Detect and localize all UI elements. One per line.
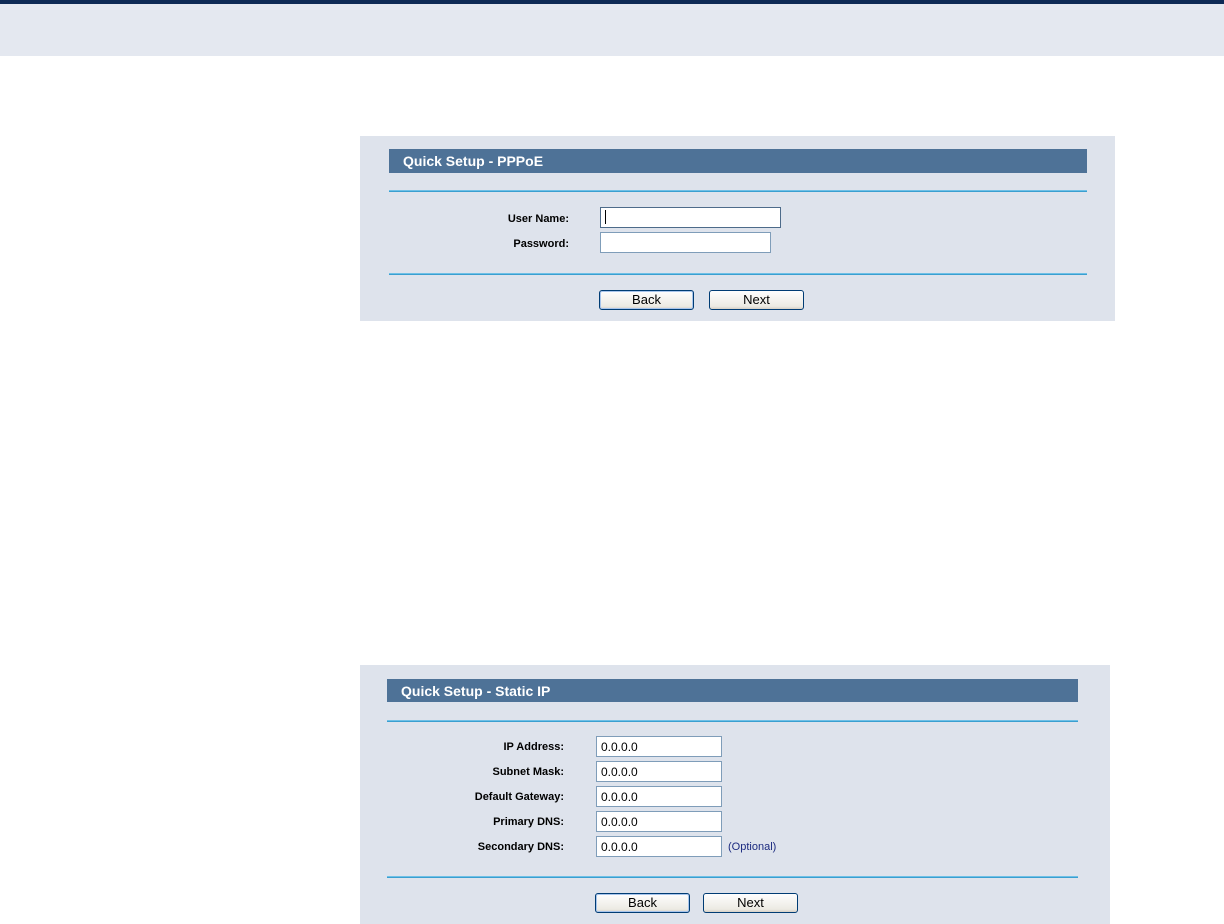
static-ip-panel: Quick Setup - Static IP IP Address: Subn…: [360, 665, 1110, 924]
pppoe-panel-title: Quick Setup - PPPoE: [389, 149, 1087, 173]
header-band: [0, 4, 1224, 56]
static-ip-panel-title: Quick Setup - Static IP: [387, 679, 1078, 702]
static-ip-bottom-divider: [387, 876, 1078, 878]
pppoe-next-button[interactable]: Next: [709, 290, 804, 310]
text-caret: [605, 210, 606, 224]
user-name-input[interactable]: [600, 207, 781, 228]
default-gateway-label: Default Gateway:: [474, 791, 564, 803]
password-input[interactable]: [600, 232, 771, 253]
subnet-mask-input[interactable]: [596, 761, 722, 782]
ip-address-input[interactable]: [596, 736, 722, 757]
pppoe-top-divider: [389, 190, 1087, 192]
static-ip-back-button[interactable]: Back: [595, 893, 690, 913]
password-label: Password:: [513, 238, 569, 250]
pppoe-bottom-divider: [389, 273, 1087, 275]
optional-hint: (Optional): [728, 841, 777, 853]
primary-dns-label: Primary DNS:: [493, 816, 564, 828]
pppoe-back-button[interactable]: Back: [599, 290, 694, 310]
secondary-dns-input[interactable]: [596, 836, 722, 857]
secondary-dns-label: Secondary DNS:: [477, 841, 564, 853]
pppoe-panel: Quick Setup - PPPoE User Name: Password:…: [360, 136, 1115, 321]
subnet-mask-label: Subnet Mask:: [492, 766, 564, 778]
static-ip-next-button[interactable]: Next: [703, 893, 798, 913]
static-ip-top-divider: [387, 720, 1078, 722]
ip-address-label: IP Address:: [503, 741, 564, 753]
default-gateway-input[interactable]: [596, 786, 722, 807]
primary-dns-input[interactable]: [596, 811, 722, 832]
user-name-label: User Name:: [507, 213, 569, 225]
